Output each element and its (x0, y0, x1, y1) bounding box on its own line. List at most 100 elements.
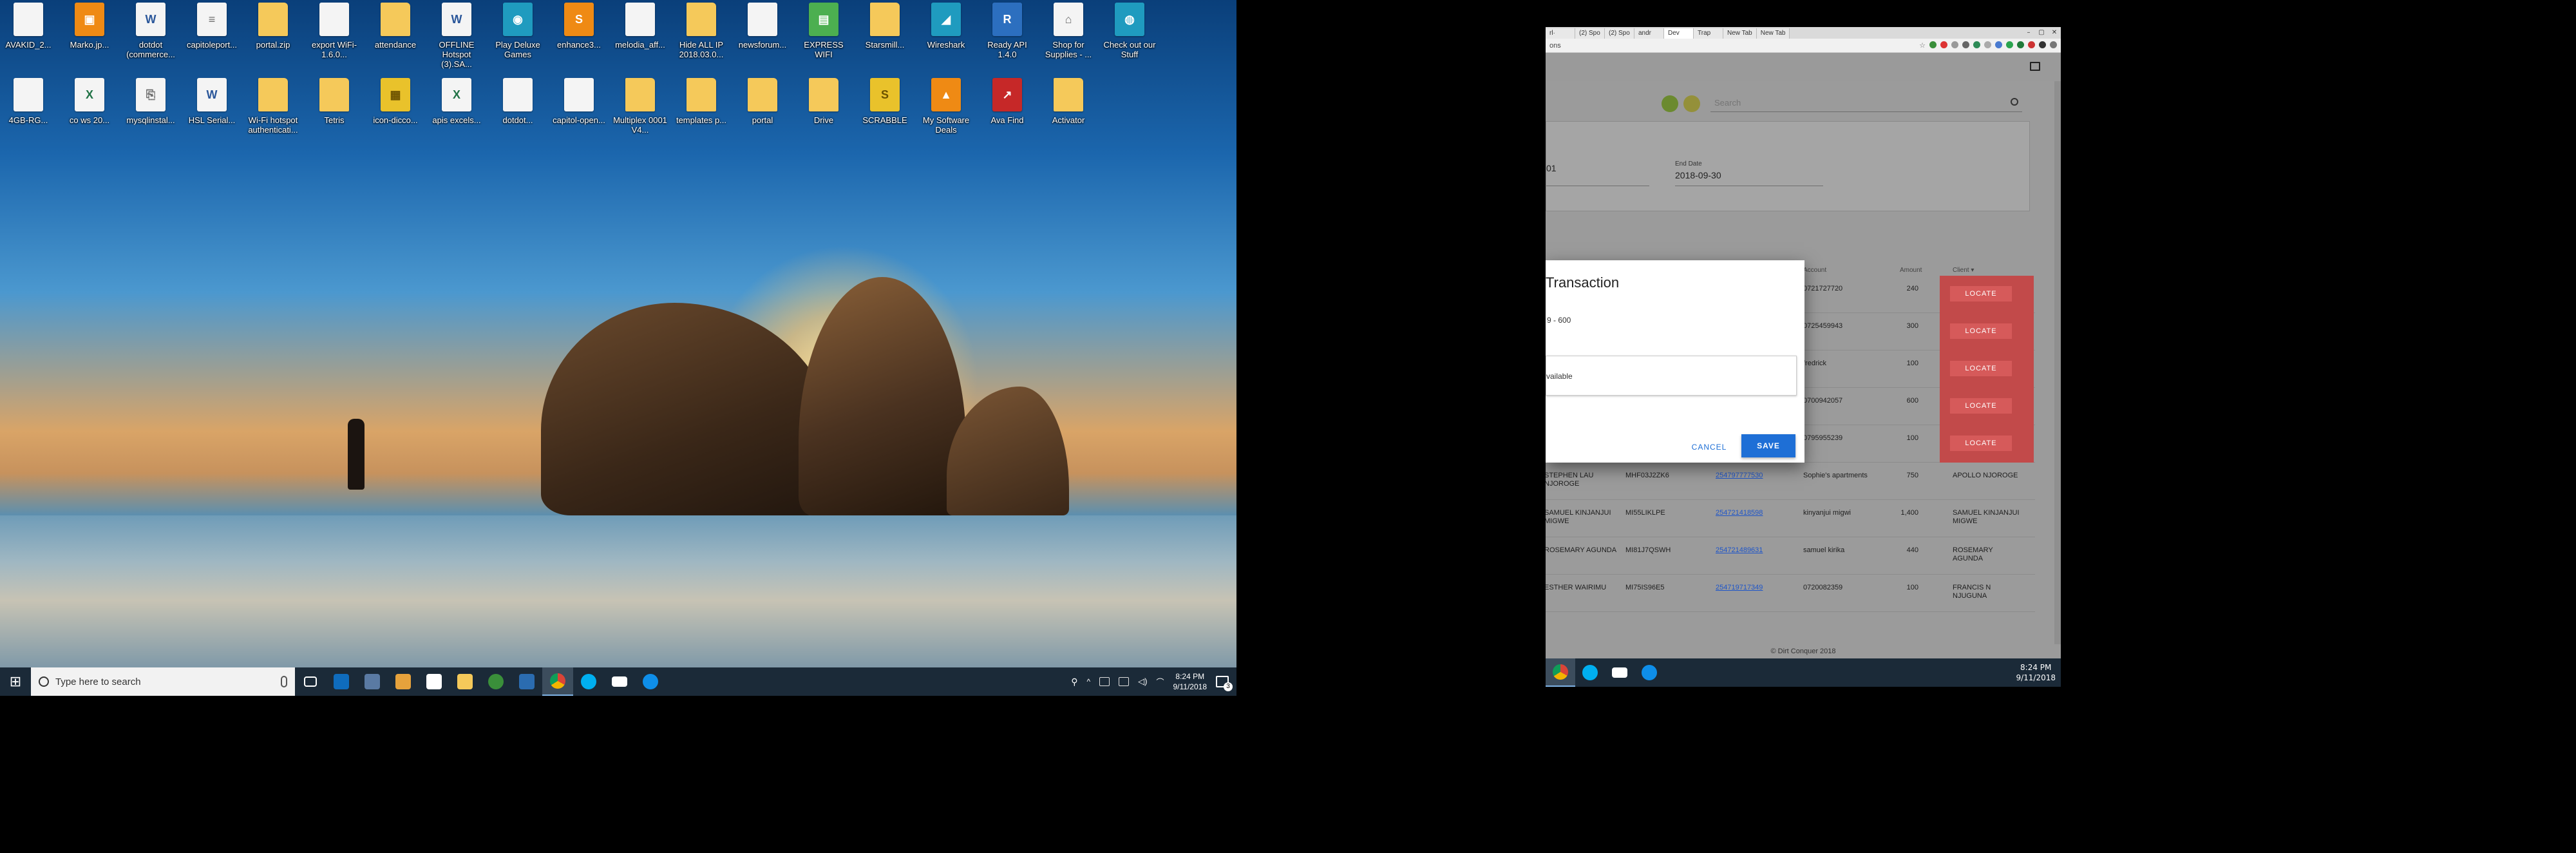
taskbar-app-sticky[interactable] (419, 667, 450, 696)
taskbar-app-explorer[interactable] (450, 667, 480, 696)
notification-icon[interactable]: 3 (1216, 676, 1233, 691)
desktop-icon[interactable]: Tetris (306, 78, 363, 154)
taskbar-app-chrome[interactable] (1546, 658, 1575, 687)
desktop-icon[interactable]: Activator (1040, 78, 1097, 154)
taskbar-app-mail[interactable] (604, 667, 635, 696)
taskbar-app-teamviewer[interactable] (1634, 658, 1664, 687)
taskbar-app-network[interactable] (511, 667, 542, 696)
desktop-icon[interactable]: AVAKID_2... (0, 3, 57, 79)
desktop-icon[interactable]: S SCRABBLE (857, 78, 913, 154)
logout-icon[interactable] (2030, 62, 2040, 71)
cloud-icon[interactable] (1099, 677, 1110, 686)
desktop-icon[interactable]: Wdotdot (commerce... (122, 3, 179, 79)
table-row[interactable]: SAMUEL KINJANJUI MIGWE MI55LIKLPE 25472141… (1546, 500, 2035, 537)
extension-icon[interactable] (2017, 41, 2024, 48)
table-row[interactable]: ESTHER WAIRIMU MI75IS96E5 254719717349 0720… (1546, 575, 2035, 612)
desktop-icon[interactable]: Hide ALL IP 2018.03.0... (673, 3, 730, 79)
minimize-icon[interactable]: – (2022, 27, 2035, 39)
locate-button[interactable]: LOCATE (1950, 323, 2012, 339)
search-input[interactable] (1710, 94, 1987, 111)
phone-link[interactable]: 254797777530 (1716, 472, 1763, 480)
address-bar[interactable]: ons ☆ (1546, 39, 2061, 53)
phone-link[interactable]: 254721418598 (1716, 509, 1763, 517)
extension-icon[interactable] (1951, 41, 1958, 48)
desktop-icon[interactable]: Senhance3... (551, 3, 607, 79)
desktop-icon[interactable]: Starsmill... (857, 3, 913, 79)
people-icon[interactable]: ⚲ (1071, 676, 1077, 687)
desktop-icon[interactable]: capitol-open... (551, 78, 607, 154)
locate-button[interactable]: LOCATE (1950, 286, 2012, 302)
battery-icon[interactable] (1119, 677, 1130, 686)
browser-tab[interactable]: Trap (1694, 28, 1723, 39)
desktop-icon[interactable]: W OFFLINE Hotspot (3).SA... (428, 3, 485, 79)
extension-icon[interactable] (2039, 41, 2046, 48)
cancel-button[interactable]: CANCEL (1685, 437, 1734, 457)
column-header-amount[interactable]: Amount (1900, 267, 1922, 274)
desktop-icon[interactable]: 4GB-RG... (0, 78, 57, 154)
start-button[interactable]: ⊞ (0, 667, 31, 696)
desktop-icon[interactable]: ⎘ mysqlinstal... (122, 78, 179, 154)
browser-tab-active[interactable]: Dev (1664, 28, 1694, 39)
search-icon[interactable] (2011, 98, 2018, 106)
extension-icon[interactable] (1940, 41, 1947, 48)
extension-icon[interactable] (2006, 41, 2013, 48)
extension-icon[interactable] (1962, 41, 1969, 48)
desktop-icon[interactable]: Multiplex 0001 V4... (612, 78, 668, 154)
maximize-icon[interactable]: ▢ (2035, 27, 2048, 39)
star-icon[interactable]: ☆ (1919, 41, 1926, 50)
desktop-icon[interactable]: R Ready API 1.4.0 (979, 3, 1036, 79)
refresh-button[interactable] (1662, 95, 1678, 112)
taskbar-search[interactable]: Type here to search (31, 667, 295, 696)
table-row[interactable]: ROSEMARY AGUNDA MI81J7QSWH 254721489631 sam… (1546, 537, 2035, 575)
browser-tab[interactable]: (2) Spo (1575, 28, 1605, 39)
desktop-icon[interactable]: ▣ Marko.jp... (61, 3, 118, 79)
taskbar-app-skype[interactable] (1575, 658, 1605, 687)
clock[interactable]: 8:24 PM 9/11/2018 (1173, 671, 1208, 692)
desktop-icon[interactable]: Xco ws 20... (61, 78, 118, 154)
desktop-icon[interactable]: ≡ capitoleport... (184, 3, 240, 79)
volume-icon[interactable]: ◁) (1138, 676, 1147, 687)
clock-secondary[interactable]: 8:24 PM 9/11/2018 (2016, 662, 2056, 683)
locate-button[interactable]: LOCATE (1950, 361, 2012, 376)
desktop-icon[interactable]: melodia_aff... (612, 3, 668, 79)
taskbar-app-mail[interactable] (1605, 658, 1634, 687)
extension-icon[interactable] (1973, 41, 1980, 48)
taskbar-app-xbox[interactable] (480, 667, 511, 696)
dialog-select[interactable]: vailable (1546, 356, 1797, 396)
menu-icon[interactable] (2050, 41, 2057, 48)
desktop-icon[interactable]: W HSL Serial... (184, 78, 240, 154)
end-date-field[interactable]: End Date 2018-09-30 (1675, 160, 1823, 186)
phone-link[interactable]: 254721489631 (1716, 546, 1763, 555)
browser-tab[interactable]: rl· (1546, 28, 1575, 39)
address-url[interactable]: ons (1549, 42, 1919, 50)
desktop-icon[interactable]: export WiFi-1.6.0... (306, 3, 363, 79)
desktop-icon[interactable]: Wi-Fi hotspot authenticati... (245, 78, 301, 154)
desktop-icon[interactable]: portal.zip (245, 3, 301, 79)
chevron-up-icon[interactable]: ^ (1087, 677, 1091, 686)
filter-button[interactable] (1683, 95, 1700, 112)
desktop-icon[interactable]: ▦ icon-dicco... (367, 78, 424, 154)
desktop-icon[interactable]: ▲ My Software Deals (918, 78, 974, 154)
browser-tab[interactable]: New Tab (1723, 28, 1757, 39)
search-field[interactable] (1710, 94, 2022, 112)
browser-tab[interactable]: New Tab (1756, 28, 1790, 39)
browser-tab[interactable]: andr (1634, 28, 1664, 39)
microphone-icon[interactable] (281, 676, 287, 687)
column-header-client[interactable]: Client ▾ (1953, 267, 1974, 274)
extension-icon[interactable] (2028, 41, 2035, 48)
column-header-account[interactable]: Account (1803, 267, 1826, 274)
close-icon[interactable]: ✕ (2048, 27, 2061, 39)
desktop-icon[interactable]: templates p... (673, 78, 730, 154)
desktop-icon[interactable]: ↗ Ava Find (979, 78, 1036, 154)
save-button[interactable]: SAVE (1741, 434, 1795, 457)
browser-tab[interactable]: (2) Spo (1605, 28, 1634, 39)
taskbar-app-outlook[interactable] (326, 667, 357, 696)
desktop-icon[interactable]: ◢ Wireshark (918, 3, 974, 79)
desktop-icon[interactable]: ◍ Check out our Stuff (1101, 3, 1158, 79)
taskbar-app-skype[interactable] (573, 667, 604, 696)
task-view-button[interactable] (295, 667, 326, 696)
extension-icon[interactable] (1929, 41, 1937, 48)
network-icon[interactable]: ⌒ (1156, 676, 1164, 687)
extension-icon[interactable] (1995, 41, 2002, 48)
desktop-icon[interactable]: ▤ EXPRESS WIFI (795, 3, 852, 79)
